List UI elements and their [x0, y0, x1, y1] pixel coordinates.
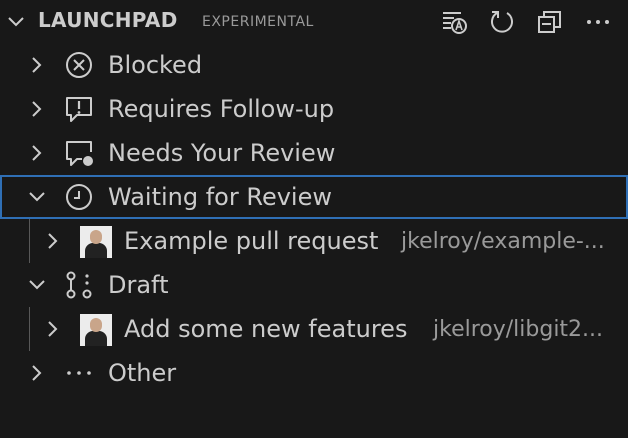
tree-item-label: Requires Follow-up [108, 95, 335, 123]
avatar [80, 314, 112, 346]
chevron-down-icon[interactable] [27, 275, 47, 295]
clock-circle-icon [65, 183, 93, 211]
chevron-down-icon[interactable] [27, 187, 47, 207]
pull-request-title: Add some new features [124, 315, 408, 343]
tree-item-needs-your-review[interactable]: Needs Your Review [0, 131, 628, 175]
collapse-all-icon[interactable] [530, 4, 570, 40]
comment-alert-icon [65, 95, 93, 123]
tree-item-other[interactable]: Other [0, 351, 628, 395]
pull-request-repo: jkelroy/libgit2... [433, 317, 604, 342]
refresh-icon[interactable] [482, 4, 522, 40]
tree-item-pull-request[interactable]: Add some new features jkelroy/libgit2... [0, 307, 628, 351]
filter-icon[interactable] [434, 4, 474, 40]
chevron-right-icon[interactable] [43, 231, 63, 251]
tree-item-label: Other [108, 359, 177, 387]
chevron-right-icon[interactable] [27, 363, 47, 383]
avatar [80, 226, 112, 258]
pull-request-repo: jkelroy/example-... [401, 229, 605, 254]
chevron-right-icon[interactable] [27, 143, 47, 163]
view-actions [434, 4, 618, 40]
view-title: LAUNCHPAD [38, 8, 178, 32]
ellipsis-icon [65, 359, 93, 387]
launchpad-view-header[interactable]: LAUNCHPAD EXPERIMENTAL [0, 0, 628, 44]
git-pull-request-draft-icon [65, 271, 93, 299]
tree-item-waiting-for-review[interactable]: Waiting for Review [0, 175, 628, 219]
tree-item-label: Draft [108, 271, 169, 299]
chevron-down-icon[interactable] [6, 12, 26, 32]
more-icon[interactable] [578, 4, 618, 40]
chevron-right-icon[interactable] [27, 55, 47, 75]
tree-item-blocked[interactable]: Blocked [0, 43, 628, 87]
tree-item-pull-request[interactable]: Example pull request jkelroy/example-... [0, 219, 628, 263]
tree-item-label: Waiting for Review [108, 183, 332, 211]
tree-item-label: Needs Your Review [108, 139, 336, 167]
experimental-badge: EXPERIMENTAL [202, 14, 314, 30]
tree-item-label: Blocked [108, 51, 203, 79]
tree-item-requires-follow-up[interactable]: Requires Follow-up [0, 87, 628, 131]
comment-unresolved-icon [65, 139, 93, 167]
chevron-right-icon[interactable] [43, 319, 63, 339]
pull-request-title: Example pull request [124, 227, 379, 255]
chevron-right-icon[interactable] [27, 99, 47, 119]
circle-x-icon [65, 51, 93, 79]
tree-item-draft[interactable]: Draft [0, 263, 628, 307]
